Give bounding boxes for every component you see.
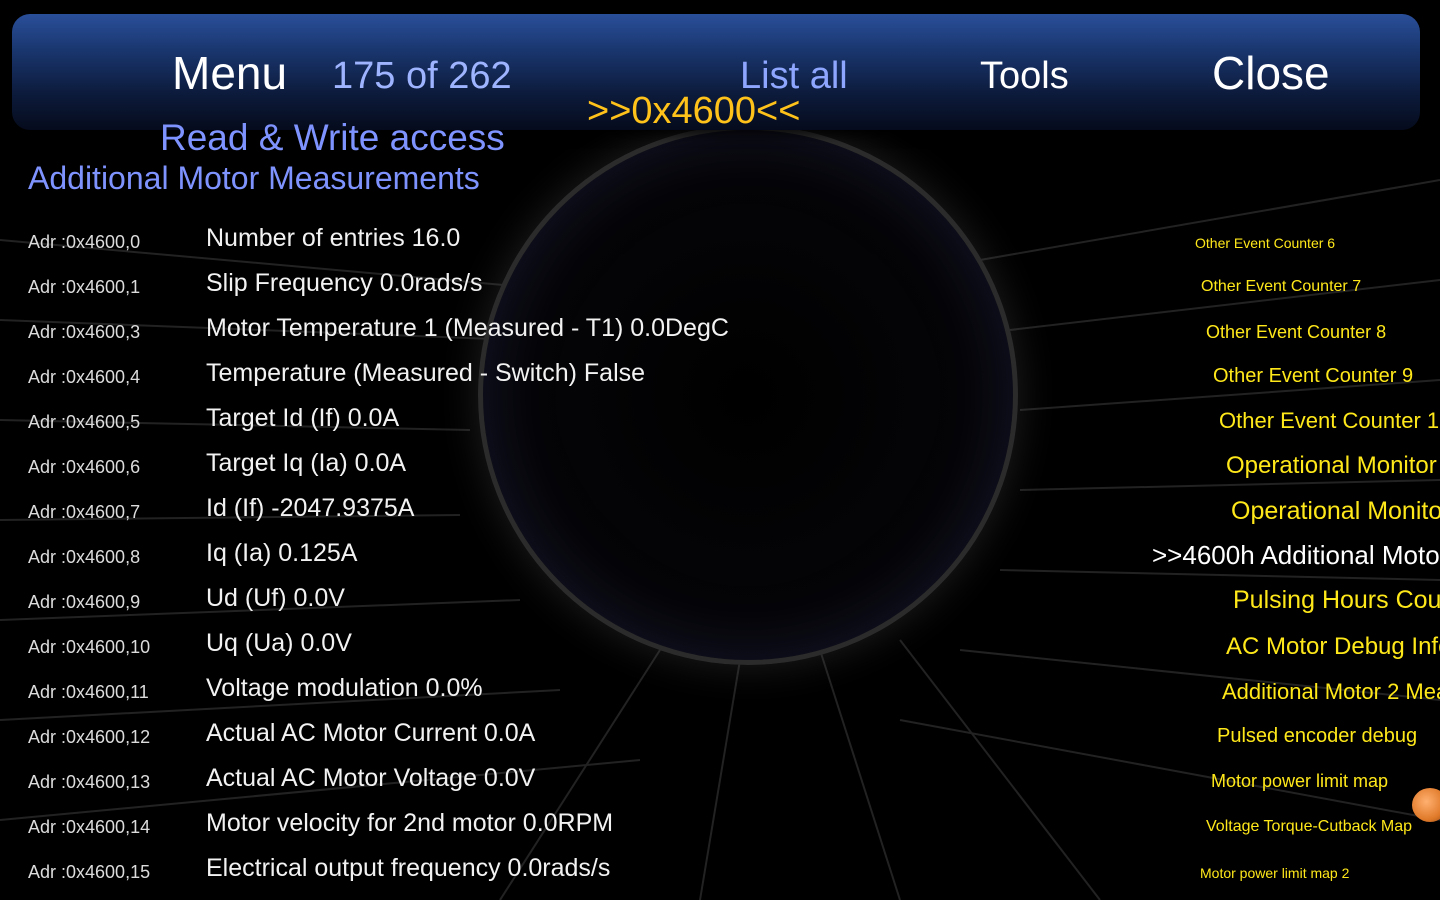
access-mode: Read & Write access [160,117,505,158]
entry-address: Adr :0x4600,14 [28,817,151,837]
list-item[interactable]: Adr :0x4600,8 Iq (Ia) 0.125A [0,535,900,580]
entry-value: Voltage modulation 0.0% [206,674,483,702]
entry-address: Adr :0x4600,10 [28,637,151,657]
list-item[interactable]: Adr :0x4600,13 Actual AC Motor Voltage 0.… [0,760,900,805]
side-menu-item[interactable]: Pulsed encoder debug [1217,725,1417,748]
entry-value: Motor velocity for 2nd motor 0.0RPM [206,809,614,837]
side-menu-item[interactable]: Pulsing Hours Counter [1233,586,1440,615]
entry-value: Ud (Uf) 0.0V [206,584,345,612]
side-menu-item-selected[interactable]: >>4600h Additional Motor Measurements [1152,540,1440,571]
list-item[interactable]: Adr :0x4600,5 Target Id (If) 0.0A [0,400,900,445]
entry-address: Adr :0x4600,6 [28,457,141,477]
entry-counter: 175 of 262 [332,55,512,97]
side-menu-item[interactable]: Other Event Counter 10 [1219,408,1440,434]
section-title: Additional Motor Measurements [28,160,480,196]
entry-value: Temperature (Measured - Switch) False [206,359,646,387]
tools-button[interactable]: Tools [980,55,1069,98]
list-item[interactable]: Adr :0x4600,1 Slip Frequency 0.0rads/s [0,265,900,310]
list-item[interactable]: Adr :0x4600,0 Number of entries 16.0 [0,220,900,265]
entry-value: Actual AC Motor Current 0.0A [206,719,536,747]
list-item[interactable]: Adr :0x4600,10 Uq (Ua) 0.0V [0,625,900,670]
entry-value: Iq (Ia) 0.125A [206,539,358,567]
entry-value: Number of entries 16.0 [206,224,461,252]
side-menu-item[interactable]: Other Event Counter 7 [1201,278,1361,296]
list-item[interactable]: Adr :0x4600,9 Ud (Uf) 0.0V [0,580,900,625]
list-item[interactable]: Adr :0x4600,7 Id (If) -2047.9375A [0,490,900,535]
entry-address: Adr :0x4600,3 [28,322,141,342]
side-menu-item[interactable]: Voltage Torque-Cutback Map [1206,818,1412,836]
top-bar: Menu 175 of 262 List all Tools Close >>0… [12,14,1420,132]
side-menu-item[interactable]: Motor power limit map [1211,771,1388,792]
side-menu-item[interactable]: Additional Motor 2 Measurements [1222,679,1440,705]
list-item[interactable]: Adr :0x4600,6 Target Iq (Ia) 0.0A [0,445,900,490]
entry-address: Adr :0x4600,13 [28,772,151,792]
side-menu-item[interactable]: AC Motor Debug Info [1226,633,1440,661]
list-item[interactable]: Adr :0x4600,11 Voltage modulation 0.0% [0,670,900,715]
side-menu-item[interactable]: Other Event Counter 6 [1195,235,1335,251]
entry-value: Id (If) -2047.9375A [206,494,415,522]
side-menu-item[interactable]: Motor power limit map 2 [1200,865,1349,881]
entry-address: Adr :0x4600,8 [28,547,141,567]
entry-value: Target Iq (Ia) 0.0A [206,449,407,477]
entry-address: Adr :0x4600,4 [28,367,141,387]
list-item[interactable]: Adr :0x4600,15 Electrical output frequenc… [0,850,900,895]
list-item[interactable]: Adr :0x4600,3 Motor Temperature 1 (Measur… [0,310,900,355]
entry-value: Actual AC Motor Voltage 0.0V [206,764,536,792]
close-button[interactable]: Close [1212,46,1330,100]
list-item[interactable]: Adr :0x4600,12 Actual AC Motor Current 0.… [0,715,900,760]
entry-value: Electrical output frequency 0.0rads/s [206,854,611,882]
side-menu-item[interactable]: Other Event Counter 9 [1213,365,1413,388]
side-menu-item[interactable]: Operational Monitor [1231,497,1440,526]
list-item[interactable]: Adr :0x4600,4 Temperature (Measured - Swi… [0,355,900,400]
current-address: >>0x4600<< [587,90,801,132]
entry-address: Adr :0x4600,9 [28,592,141,612]
entry-address: Adr :0x4600,15 [28,862,151,882]
side-menu-item[interactable]: Other Event Counter 8 [1206,322,1386,343]
entry-address: Adr :0x4600,0 [28,232,141,252]
entry-address: Adr :0x4600,12 [28,727,151,747]
entry-address: Adr :0x4600,1 [28,277,141,297]
entry-value: Slip Frequency 0.0rads/s [206,269,483,297]
entry-value: Motor Temperature 1 (Measured - T1) 0.0D… [206,314,729,342]
side-menu-item[interactable]: Operational Monitor [1226,452,1437,480]
entry-value: Uq (Ua) 0.0V [206,629,352,657]
menu-button[interactable]: Menu [172,46,287,100]
list-item[interactable]: Adr :0x4600,14 Motor velocity for 2nd mot… [0,805,900,850]
entry-address: Adr :0x4600,7 [28,502,141,522]
side-menu-wheel: Other Event Counter 6 Other Event Counte… [1100,220,1440,900]
scroll-handle[interactable] [1412,788,1440,822]
entry-address: Adr :0x4600,5 [28,412,141,432]
entry-address: Adr :0x4600,11 [28,682,149,702]
entry-value: Target Id (If) 0.0A [206,404,400,432]
